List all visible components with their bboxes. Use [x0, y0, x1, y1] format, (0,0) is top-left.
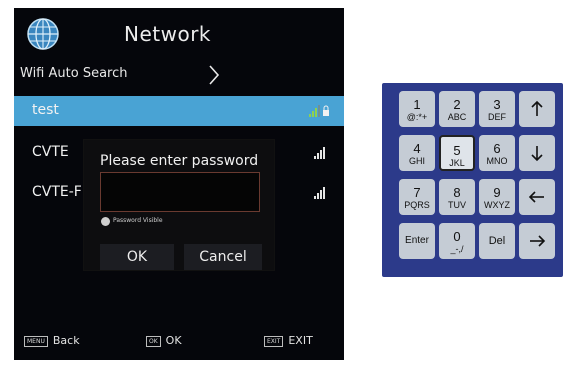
key-letters: WXYZ [484, 200, 510, 210]
key-number: 9 [493, 185, 501, 200]
wifi-signal-lock-icon [309, 105, 329, 117]
key-letters: MNO [486, 156, 508, 166]
key-letters: _-,/ [450, 244, 464, 254]
network-item-test[interactable]: test [14, 96, 344, 126]
key-8[interactable]: 8 TUV [439, 179, 475, 215]
arrow-up-icon [531, 100, 543, 116]
key-number: 4 [413, 141, 421, 156]
key-del[interactable]: Del [479, 223, 515, 259]
wifi-signal-icon [314, 187, 325, 199]
key-4[interactable]: 4 GHI [399, 135, 435, 171]
network-name: CVTE [32, 144, 69, 160]
key-number: 3 [493, 97, 501, 112]
page-title: Network [124, 22, 212, 46]
footer-back-label: Back [52, 334, 80, 347]
key-letters: @:*+ [406, 112, 428, 122]
remote-keypad: 1 @:*+ 2 ABC 3 DEF 4 GHI 5 JKL 6 MNO 7 P… [382, 83, 563, 277]
footer-exit-label: EXIT [288, 334, 313, 347]
key-3[interactable]: 3 DEF [479, 91, 515, 127]
key-number: 6 [493, 141, 501, 156]
key-2[interactable]: 2 ABC [439, 91, 475, 127]
key-letters: ABC [447, 112, 467, 122]
password-visible-checkbox[interactable] [101, 217, 110, 226]
ok-button[interactable]: OK [100, 244, 174, 270]
chevron-right-icon[interactable] [208, 64, 220, 86]
wifi-auto-search-option[interactable]: Wifi Auto Search [20, 66, 127, 81]
key-down[interactable] [519, 135, 555, 171]
key-letters: PQRS [404, 200, 430, 210]
key-1[interactable]: 1 @:*+ [399, 91, 435, 127]
globe-icon [27, 18, 59, 50]
key-left[interactable] [519, 179, 555, 215]
footer-ok[interactable]: OK OK [146, 334, 182, 347]
network-name: CVTE-F [32, 184, 82, 200]
key-letters: JKL [449, 158, 465, 168]
password-visible-label: Password Visible [113, 217, 163, 224]
key-letters: DEF [488, 112, 506, 122]
key-0[interactable]: 0 _-,/ [439, 223, 475, 259]
network-screen: Network Wifi Auto Search test CVTE CVTE-… [14, 8, 344, 360]
cancel-button[interactable]: Cancel [184, 244, 262, 270]
arrow-right-icon [530, 235, 546, 247]
key-up[interactable] [519, 91, 555, 127]
key-number: 2 [453, 97, 461, 112]
footer-exit[interactable]: EXIT EXIT [264, 334, 313, 347]
network-name: test [32, 102, 59, 118]
exit-key-icon: EXIT [264, 335, 284, 347]
footer-ok-label: OK [165, 334, 182, 347]
wifi-signal-icon [314, 147, 325, 159]
key-number: 5 [453, 143, 461, 158]
key-letters: GHI [408, 156, 425, 166]
dialog-title: Please enter password [100, 153, 259, 169]
menu-key-icon: MENU [24, 335, 48, 347]
key-9[interactable]: 9 WXYZ [479, 179, 515, 215]
ok-key-icon: OK [146, 335, 161, 347]
arrow-down-icon [531, 146, 543, 162]
key-number: 8 [453, 185, 461, 200]
arrow-left-icon [528, 191, 544, 203]
key-number: 1 [413, 97, 421, 112]
key-7[interactable]: 7 PQRS [399, 179, 435, 215]
footer-back[interactable]: MENU Back [24, 334, 80, 347]
password-input[interactable] [100, 172, 260, 212]
key-number: 0 [453, 229, 461, 244]
key-6[interactable]: 6 MNO [479, 135, 515, 171]
key-number: 7 [413, 185, 421, 200]
password-dialog: Please enter password Password Visible O… [84, 140, 274, 270]
key-5[interactable]: 5 JKL [439, 135, 475, 171]
key-letters: TUV [448, 200, 466, 210]
key-right[interactable] [519, 223, 555, 259]
key-enter[interactable]: Enter [399, 223, 435, 259]
